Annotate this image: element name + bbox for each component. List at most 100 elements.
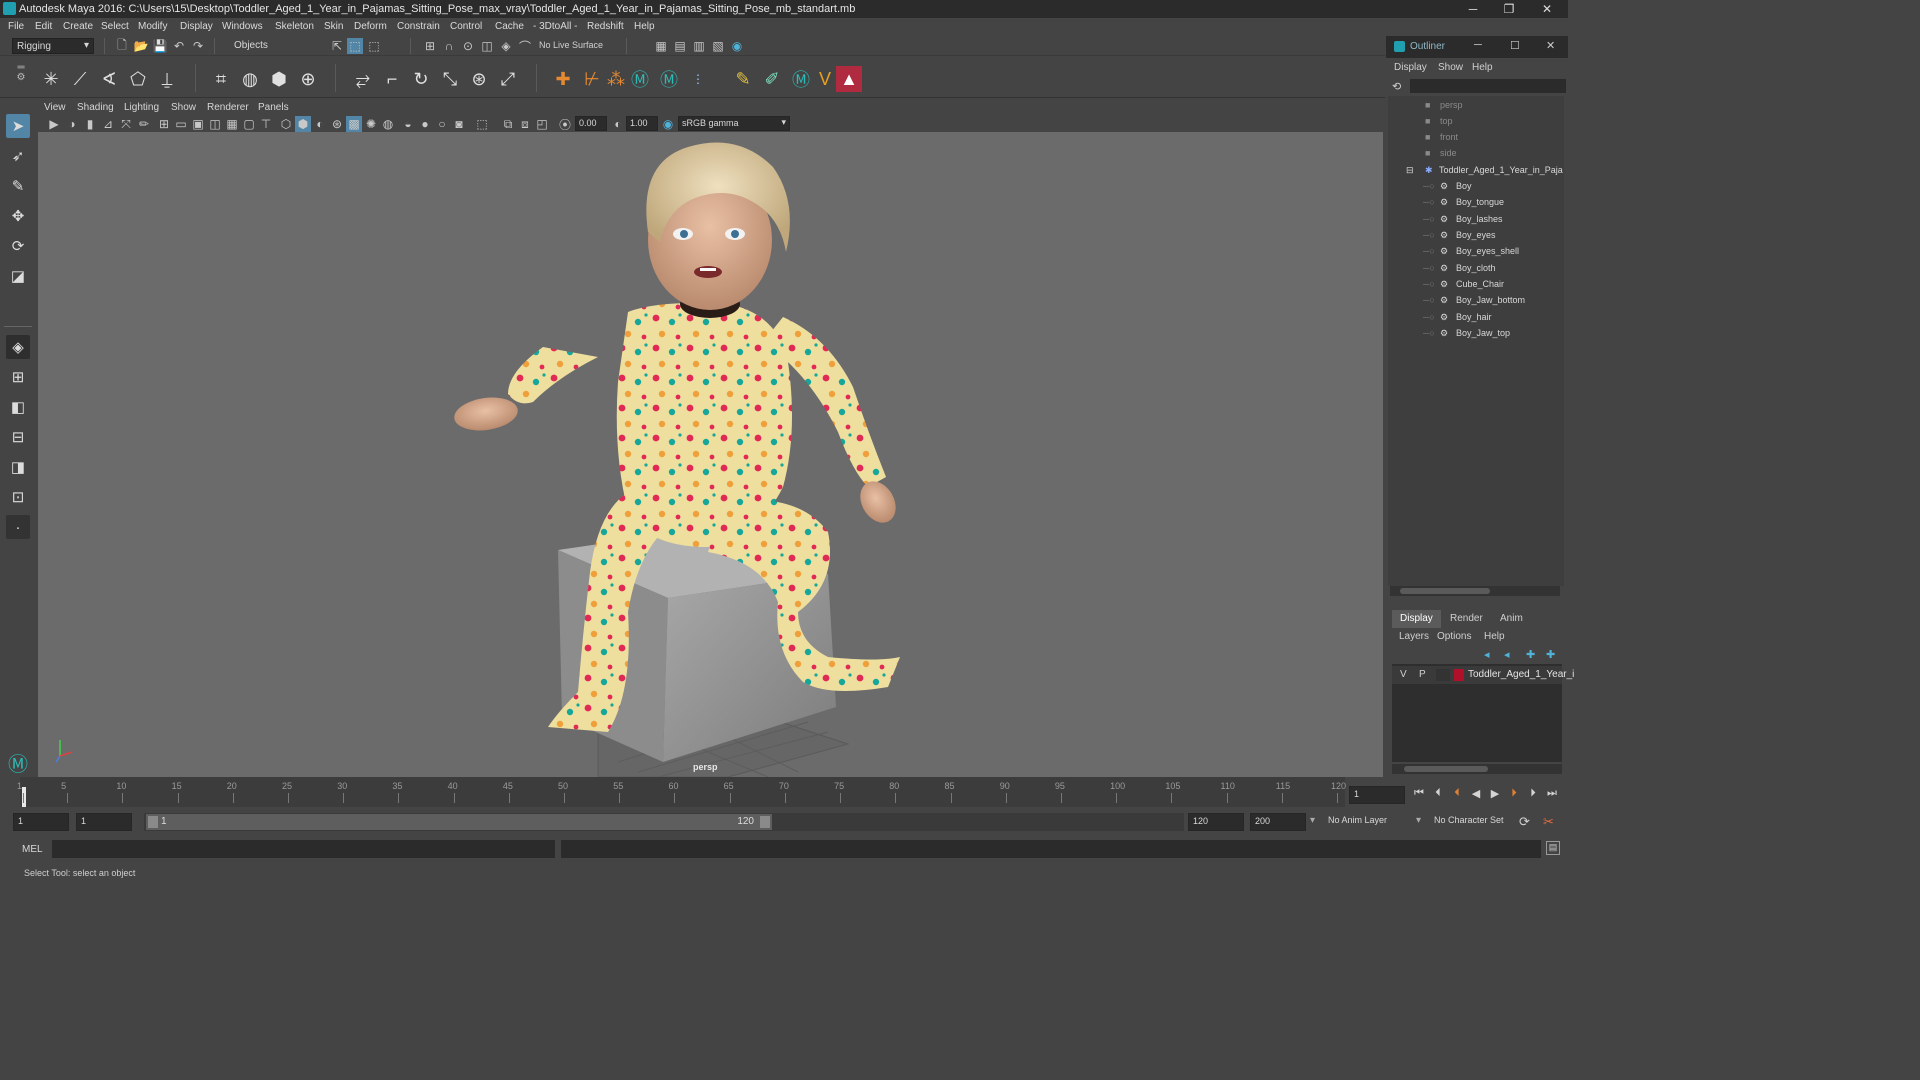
safe-title-icon[interactable]: ⊤ [258,116,274,132]
menu-constrain[interactable]: Constrain [397,21,440,32]
ipr-render-icon[interactable]: ▥ [691,38,707,54]
redshift-icon[interactable]: ▲ [836,66,862,92]
step-forward-frame-icon[interactable]: ⏵ [1507,787,1521,801]
exposure-field[interactable]: 0.00 [575,116,607,131]
select-tool-icon[interactable]: ➤ [6,114,30,138]
outliner-filter-icon[interactable]: ⟲ [1392,80,1401,93]
menu-modify[interactable]: Modify [138,21,167,32]
chevron-down-icon[interactable]: ▾ [1310,815,1315,826]
menu-help[interactable]: Help [634,21,655,32]
select-by-component-icon[interactable]: ⬚ [366,38,382,54]
scale-constraint-icon[interactable]: ⤡ [437,66,463,92]
layer-menu-help[interactable]: Help [1484,631,1505,642]
outliner-search-input[interactable] [1410,79,1566,93]
outliner-close-button[interactable]: ✕ [1546,39,1555,52]
resolution-gate-icon[interactable]: ▣ [190,116,206,132]
new-scene-icon[interactable]: 🗋 [114,38,130,54]
mash-repro-icon[interactable]: Ⓜ [788,66,814,92]
command-input[interactable] [52,840,555,858]
mirror-joint-icon[interactable]: ⍊ [154,66,180,92]
select-by-hierarchy-icon[interactable]: ⇱ [329,38,345,54]
panel-menu-view[interactable]: View [44,102,66,113]
range-end-handle[interactable] [760,816,770,828]
new-layer-icon[interactable]: ✚ [1526,648,1535,661]
selection-mode-dropdown[interactable]: Objects [230,38,308,54]
tab-anim[interactable]: Anim [1492,610,1531,628]
mash-icon[interactable]: Ⓜ [627,66,653,92]
motion-blur-icon[interactable]: ◒ [400,116,416,132]
menu-cache[interactable]: Cache [495,21,524,32]
character-set-dropdown[interactable]: No Character Set [1430,813,1514,831]
quick-rig-icon[interactable]: ⋮ [685,66,711,92]
menu-select[interactable]: Select [101,21,129,32]
xray-components-icon[interactable]: ⧈ [517,116,533,132]
playback-end-field[interactable]: 120 [1188,813,1244,831]
persp-graph-icon[interactable]: ⊟ [6,425,30,449]
render-view-icon[interactable]: ▧ [710,38,726,54]
new-layer-selected-icon[interactable]: ✚ [1546,648,1555,661]
go-to-end-icon[interactable]: ⏭ [1545,787,1559,801]
outliner-menu-display[interactable]: Display [1394,62,1427,73]
xray-icon[interactable]: ⬚ [474,116,490,132]
minimize-button[interactable]: ─ [1455,0,1491,18]
mash-network-icon[interactable]: Ⓜ [656,66,682,92]
animation-start-field[interactable]: 1 [13,813,69,831]
outliner-minimize-button[interactable]: ─ [1474,39,1482,51]
layer-scrollbar[interactable] [1392,764,1562,774]
locator-icon[interactable]: ✚ [550,66,576,92]
outliner-menu-show[interactable]: Show [1438,62,1463,73]
snap-grid-icon[interactable]: ⊞ [422,38,438,54]
panel-menu-panels[interactable]: Panels [258,102,289,113]
shelf-options-icon[interactable]: ═ ⚙ [16,63,26,93]
orient-constraint-icon[interactable]: ↻ [408,66,434,92]
step-forward-key-icon[interactable]: ⏵ [1526,787,1540,801]
four-view-icon[interactable]: ⊞ [6,365,30,389]
camera-attributes-icon[interactable]: ▶ [46,116,62,132]
lattice-icon[interactable]: ◍ [237,66,263,92]
time-slider[interactable]: 1 5 10 15 20 25 30 35 40 45 50 55 60 65 70 75 80 85 90 95 10… [0,777,1568,807]
chevron-down-icon[interactable]: ▾ [1416,815,1421,826]
snap-surface-icon[interactable]: ◈ [498,38,514,54]
animation-end-field[interactable]: 200 [1250,813,1306,831]
menu-windows[interactable]: Windows [222,21,263,32]
scale-tool-icon[interactable]: ◪ [6,264,30,288]
render-settings-icon[interactable]: ▦ [653,38,669,54]
lasso-tool-icon[interactable]: ➶ [6,144,30,168]
outliner-item-boy-cloth[interactable]: ─○ ⚙ Boy_cloth [1388,263,1564,279]
layer-reference-toggle[interactable] [1436,669,1450,681]
panel-menu-show[interactable]: Show [171,102,196,113]
outliner-item-cube-chair[interactable]: ─○ ⚙ Cube_Chair [1388,279,1564,295]
grid-icon[interactable]: ⊞ [156,116,172,132]
snap-view-plane-icon[interactable]: ◫ [479,38,495,54]
single-view-icon[interactable]: ◈ [6,335,30,359]
auto-key-icon[interactable]: ⟳ [1519,814,1530,830]
anti-aliasing-icon[interactable]: ● [417,116,433,132]
layer-row[interactable]: V P Toddler_Aged_1_Year_i [1392,666,1574,684]
outliner-menu-help[interactable]: Help [1472,62,1493,73]
scrollbar-thumb[interactable] [1400,588,1490,594]
anim-layer-dropdown[interactable]: No Anim Layer [1324,813,1428,831]
aim-constraint-icon[interactable]: ⌐ [379,66,405,92]
outliner-maximize-button[interactable]: ☐ [1510,39,1520,52]
layer-visibility-toggle[interactable]: V [1400,669,1407,680]
hypershade-icon[interactable]: ◉ [729,38,745,54]
camera-lock-icon[interactable]: ◑ [64,116,80,132]
insert-joint-icon[interactable]: ⬠ [125,66,151,92]
menuset-dropdown[interactable]: Rigging ▾ [12,38,94,54]
layer-color-swatch[interactable] [1454,669,1464,681]
perspective-viewport[interactable] [38,132,1383,777]
outliner-item-boy[interactable]: ─○ ⚙ Boy [1388,181,1564,197]
joint-tool-icon[interactable]: ✳ [38,66,64,92]
save-scene-icon[interactable]: 💾 [152,38,168,54]
redo-icon[interactable]: ↷ [190,38,206,54]
wireframe-on-shaded-icon[interactable]: ◐ [312,116,328,132]
tab-render[interactable]: Render [1442,610,1491,628]
safe-action-icon[interactable]: ▢ [241,116,257,132]
persp-hypershade-icon[interactable]: ⊡ [6,485,30,509]
bind-skin-icon[interactable]: ⊕ [295,66,321,92]
menu-file[interactable]: File [8,21,24,32]
menu-display[interactable]: Display [180,21,213,32]
snap-curve-icon[interactable]: ∩ [441,38,457,54]
use-all-lights-icon[interactable]: ▩ [346,116,362,132]
side-by-side-icon[interactable]: ◧ [6,395,30,419]
